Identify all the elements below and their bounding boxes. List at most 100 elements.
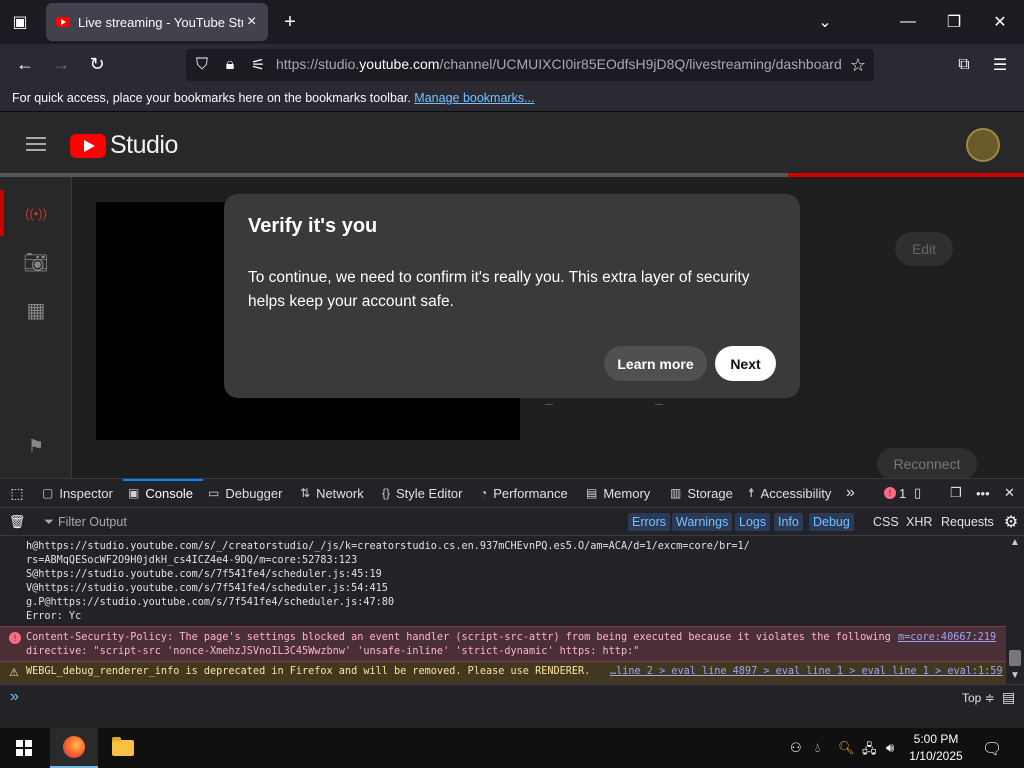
console-filter-bar	[0, 508, 1024, 536]
scrollbar-thumb[interactable]	[1009, 650, 1021, 666]
error-source-link[interactable]: m=core:40667:219	[898, 632, 996, 643]
filter-warnings[interactable]: Warnings	[672, 513, 733, 531]
loading-progress-bar	[0, 173, 1024, 177]
more-tools-chevron-icon[interactable]: »	[846, 484, 855, 502]
tab-performance[interactable]: ◔ Performance	[480, 484, 568, 502]
filter-logs[interactable]: Logs	[735, 513, 771, 531]
tray-people-icon[interactable]: ⚇	[790, 740, 802, 756]
tab-memory[interactable]: ▤ Memory	[586, 484, 650, 502]
reload-icon[interactable]: ↻	[86, 54, 108, 74]
network-icon[interactable]: 🖧︎	[862, 740, 877, 762]
error-icon: !	[884, 487, 896, 499]
console-settings-gear-icon[interactable]: ⚙	[1002, 513, 1020, 531]
tab-debugger[interactable]: ▭ Debugger	[208, 484, 282, 502]
feedback-icon[interactable]: ⚑	[22, 432, 50, 460]
volume-icon[interactable]: 🔊︎	[886, 740, 894, 756]
filter-debug[interactable]: Debug	[809, 513, 854, 531]
avatar[interactable]	[966, 128, 1000, 162]
devtools-close-icon[interactable]: ✕	[1004, 484, 1015, 502]
context-selector[interactable]: Top ≑	[962, 691, 995, 705]
tab-storage[interactable]: ▥ Storage	[670, 484, 733, 502]
taskbar-file-explorer[interactable]	[99, 728, 147, 768]
console-error-message[interactable]: ! Content-Security-Policy: The page's se…	[0, 626, 1006, 662]
firefox-icon	[63, 736, 85, 758]
log-line: S@https://studio.youtube.com/s/7f541fe4/…	[26, 569, 382, 580]
extensions-icon[interactable]: ⧉	[954, 55, 974, 75]
taskbar-clock[interactable]: 5:00 PM 1/10/2025	[896, 731, 976, 765]
filter-css[interactable]: CSS	[873, 513, 899, 531]
tab-close-icon[interactable]: ×	[247, 13, 256, 31]
tab-style-editor[interactable]: {} Style Editor	[382, 484, 463, 502]
warning-source-link[interactable]: …line 2 > eval line 4897 > eval line 1 >…	[610, 666, 1003, 677]
trash-icon[interactable]: 🗑︎	[8, 513, 26, 531]
filter-errors[interactable]: Errors	[628, 513, 671, 531]
url-text[interactable]: https://studio.youtube.com/channel/UCMUI…	[276, 56, 846, 72]
url-domain: youtube.com	[359, 56, 440, 72]
log-line: rs=ABMqQESocWF2O9H0jdkH_cs4ICZ4e4-9DQ/m=…	[26, 555, 358, 566]
youtube-logo-icon[interactable]	[70, 134, 106, 158]
log-line: V@https://studio.youtube.com/s/7f541fe4/…	[26, 583, 388, 594]
camera-icon[interactable]: 📷︎	[22, 248, 50, 276]
live-stream-icon[interactable]: ((•))	[22, 199, 50, 227]
shield-icon[interactable]: ⛉	[192, 55, 212, 75]
windows-start-icon[interactable]	[16, 740, 32, 756]
tab-label: Performance	[493, 485, 568, 501]
tab-list-icon[interactable]: ▣	[10, 12, 30, 32]
new-tab-icon[interactable]: +	[280, 11, 300, 33]
app-menu-icon[interactable]: ☰	[990, 55, 1010, 75]
close-window-icon[interactable]: ✕	[990, 12, 1010, 32]
tab-label: Accessibility	[760, 485, 832, 501]
bookmark-star-icon[interactable]: ☆	[848, 55, 868, 75]
tab-title: Live streaming - YouTube Studio	[78, 14, 243, 30]
filter-info[interactable]: Info	[774, 513, 803, 531]
filter-output-input[interactable]: ⏷ Filter Output	[44, 513, 127, 531]
filter-requests[interactable]: Requests	[941, 513, 994, 531]
folder-icon	[112, 737, 134, 756]
permissions-icon[interactable]: ⚟	[248, 55, 268, 75]
calendar-icon[interactable]: ▦	[22, 296, 50, 324]
tab-inspector[interactable]: ▢ Inspector	[42, 484, 113, 502]
error-count-badge[interactable]: ! 1	[884, 484, 906, 502]
scroll-down-icon[interactable]: ▼	[1010, 670, 1020, 681]
notification-icon[interactable]: 🗨︎	[982, 739, 1002, 759]
tab-label: Memory	[603, 485, 651, 501]
chevron-down-icon[interactable]: ⌄	[815, 12, 835, 32]
tab-network[interactable]: ⇅ Network	[300, 484, 364, 502]
maximize-icon[interactable]: ❐	[944, 12, 964, 32]
url-path: /channel/UCMUIXCI0ir85EOdfsH9jD8Q/livest…	[439, 56, 842, 72]
tab-label: Inspector	[59, 485, 113, 501]
hamburger-menu-icon[interactable]	[26, 137, 46, 151]
console-warning-message[interactable]: ⚠ WEBGL_debug_renderer_info is deprecate…	[0, 662, 1006, 684]
back-arrow-icon[interactable]: ←	[14, 54, 36, 74]
minimize-icon[interactable]: —	[898, 12, 918, 32]
element-picker-icon[interactable]: ⬚	[8, 484, 26, 502]
next-button[interactable]: Next	[715, 346, 776, 381]
tab-accessibility[interactable]: ☨ Accessibility	[748, 484, 831, 502]
learn-more-button[interactable]: Learn more	[604, 346, 707, 381]
tray-drop-icon[interactable]: 💧︎	[815, 740, 820, 756]
editor-mode-icon[interactable]: ▤	[1002, 689, 1015, 706]
dialog-body: To continue, we need to confirm it's rea…	[248, 269, 750, 310]
forward-arrow-icon[interactable]: →	[50, 54, 72, 74]
taskbar-firefox[interactable]	[50, 728, 98, 768]
dock-side-icon[interactable]: ❒	[950, 484, 962, 502]
console-input-row[interactable]: » Top ≑ ▤	[0, 684, 1024, 712]
manage-bookmarks-link[interactable]: Manage bookmarks...	[414, 91, 534, 105]
tab-console[interactable]: ▣ Console	[128, 484, 193, 502]
scroll-up-icon[interactable]: ▲	[1010, 537, 1020, 548]
style-editor-icon: {}	[382, 486, 391, 500]
studio-logo-text[interactable]: Studio	[110, 131, 178, 160]
split-console-icon[interactable]: ▯	[914, 484, 921, 502]
lock-icon[interactable]: 🔒︎	[220, 55, 240, 75]
tab-label: Style Editor	[396, 485, 463, 501]
tab-label: Debugger	[225, 485, 283, 501]
devtools-menu-icon[interactable]: •••	[976, 484, 990, 502]
tab-label: Storage	[687, 485, 733, 501]
reconnect-button[interactable]: Reconnect	[877, 448, 977, 480]
filter-xhr[interactable]: XHR	[906, 513, 932, 531]
tray-search-icon[interactable]: 🔍︎	[838, 740, 855, 756]
edit-button[interactable]: Edit	[895, 232, 953, 266]
divider	[545, 404, 553, 405]
browser-tab-active[interactable]: Live streaming - YouTube Studio ×	[46, 3, 268, 41]
dialog-title: Verify it's you	[248, 215, 378, 237]
